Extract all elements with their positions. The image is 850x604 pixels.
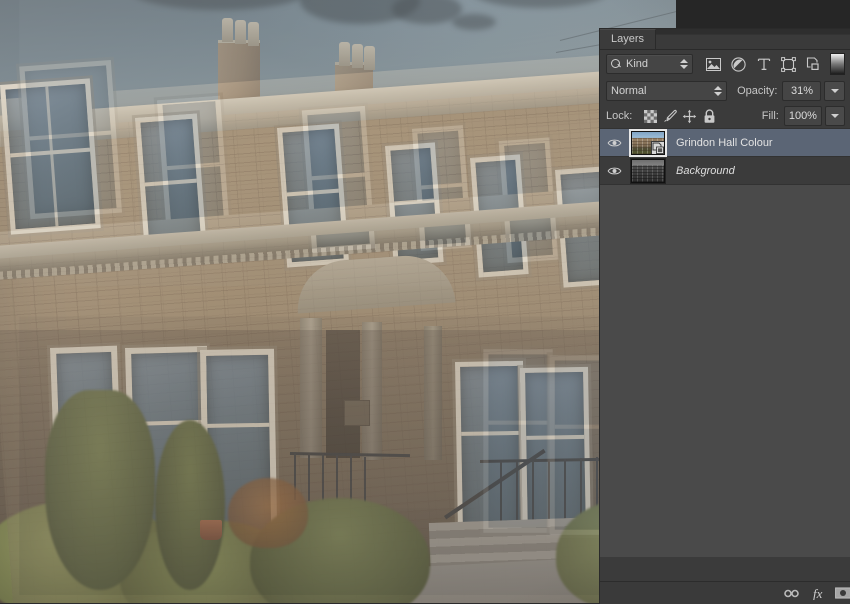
climbing-plant [45, 390, 155, 590]
pixel-layers-filter-icon[interactable] [701, 54, 726, 74]
upper-window [0, 78, 101, 235]
layer-visibility-toggle[interactable] [600, 166, 628, 176]
flowering-shrub [228, 478, 308, 548]
filter-kind-select[interactable]: Kind [606, 54, 693, 74]
filter-icon-group[interactable] [701, 53, 845, 75]
tab-layers[interactable]: Layers [600, 29, 657, 49]
iron-railing-post [532, 461, 534, 523]
iron-railing-post [322, 454, 324, 502]
shape-layers-filter-icon[interactable] [776, 54, 801, 74]
tab-bar-empty [656, 34, 850, 49]
link-layers-button[interactable] [783, 585, 799, 601]
lock-label: Lock: [606, 110, 633, 122]
fill-slider-button[interactable] [824, 106, 845, 126]
greyscale-photo-thumbnail[interactable] [631, 158, 665, 183]
layers-panel-bottom-toolbar[interactable]: fx [600, 581, 850, 604]
smart-object-badge [651, 140, 664, 154]
add-layer-mask-button[interactable] [835, 585, 850, 601]
add-layer-style-button[interactable]: fx [809, 585, 825, 601]
iron-railing-post [364, 457, 366, 505]
layer-name-label[interactable]: Background [668, 165, 735, 177]
layer-name-label[interactable]: Grindon Hall Colour [668, 137, 773, 149]
eye-icon [607, 139, 621, 146]
lock-all-icon[interactable] [700, 107, 720, 125]
panel-tab-bar[interactable]: Layers [600, 29, 850, 50]
lock-row[interactable]: Lock: Fill: 100% [600, 104, 850, 128]
terracotta-pot [200, 520, 222, 540]
chimney-pot [339, 42, 350, 66]
panel-body: Kind Normal Opacity: 31% Lock: Fill: 100… [600, 50, 850, 557]
layer-row[interactable]: Background [600, 157, 850, 185]
document-image[interactable] [0, 0, 676, 603]
adjustment-layers-filter-icon[interactable] [726, 54, 751, 74]
layer-row[interactable]: Grindon Hall Colour [600, 128, 850, 157]
filter-kind-label: Kind [626, 58, 649, 70]
chimney-pot [364, 46, 375, 70]
blend-mode-select[interactable]: Normal [606, 81, 728, 101]
iron-railing-post [350, 456, 352, 504]
filter-toggle-switch[interactable] [830, 53, 845, 75]
tab-layers-label: Layers [611, 33, 645, 45]
chimney-pot [235, 20, 246, 44]
layer-filter-row[interactable]: Kind [600, 50, 850, 78]
iron-railing-post [500, 462, 502, 524]
type-layers-filter-icon[interactable] [751, 54, 776, 74]
iron-railing-post [308, 453, 310, 501]
chevron-updown-icon[interactable] [714, 86, 723, 96]
layer-thumbnail-cell[interactable] [628, 128, 668, 157]
layer-visibility-toggle[interactable] [600, 138, 628, 148]
smart-object-filter-icon[interactable] [801, 54, 826, 74]
lock-transparent-pixels-icon[interactable] [640, 107, 660, 125]
opacity-label: Opacity: [737, 85, 778, 97]
iron-railing-post [580, 458, 582, 520]
tree-branch [452, 14, 496, 30]
chimney-pot [248, 22, 259, 46]
search-icon [611, 58, 622, 70]
climbing-plant [155, 420, 225, 590]
lock-image-pixels-icon[interactable] [660, 107, 680, 125]
fill-input[interactable]: 100% [783, 106, 822, 126]
blend-opacity-row[interactable]: Normal Opacity: 31% [600, 78, 850, 104]
svg-text:fx: fx [813, 586, 823, 600]
opacity-input[interactable]: 31% [782, 81, 822, 101]
eye-icon [607, 167, 621, 174]
layers-panel[interactable]: Layers Kind Normal Opacity: 31% Lock: Fi… [599, 28, 850, 604]
fill-label: Fill: [761, 110, 779, 122]
opacity-slider-button[interactable] [824, 81, 845, 101]
canvas-empty-area [676, 0, 850, 28]
iron-railing-post [336, 455, 338, 503]
blend-mode-value: Normal [611, 85, 647, 97]
layer-thumbnail-cell[interactable] [628, 158, 668, 183]
iron-railing-post [548, 460, 550, 522]
chimney-pot [352, 44, 363, 68]
chimney-pot [222, 18, 233, 42]
iron-railing-post [564, 459, 566, 521]
colour-photo-thumbnail[interactable] [629, 128, 667, 157]
layer-list[interactable]: Grindon Hall Colour Background [600, 128, 850, 557]
chevron-updown-icon[interactable] [680, 59, 688, 69]
lock-position-icon[interactable] [680, 107, 700, 125]
layer-list-empty-area[interactable] [600, 185, 850, 557]
